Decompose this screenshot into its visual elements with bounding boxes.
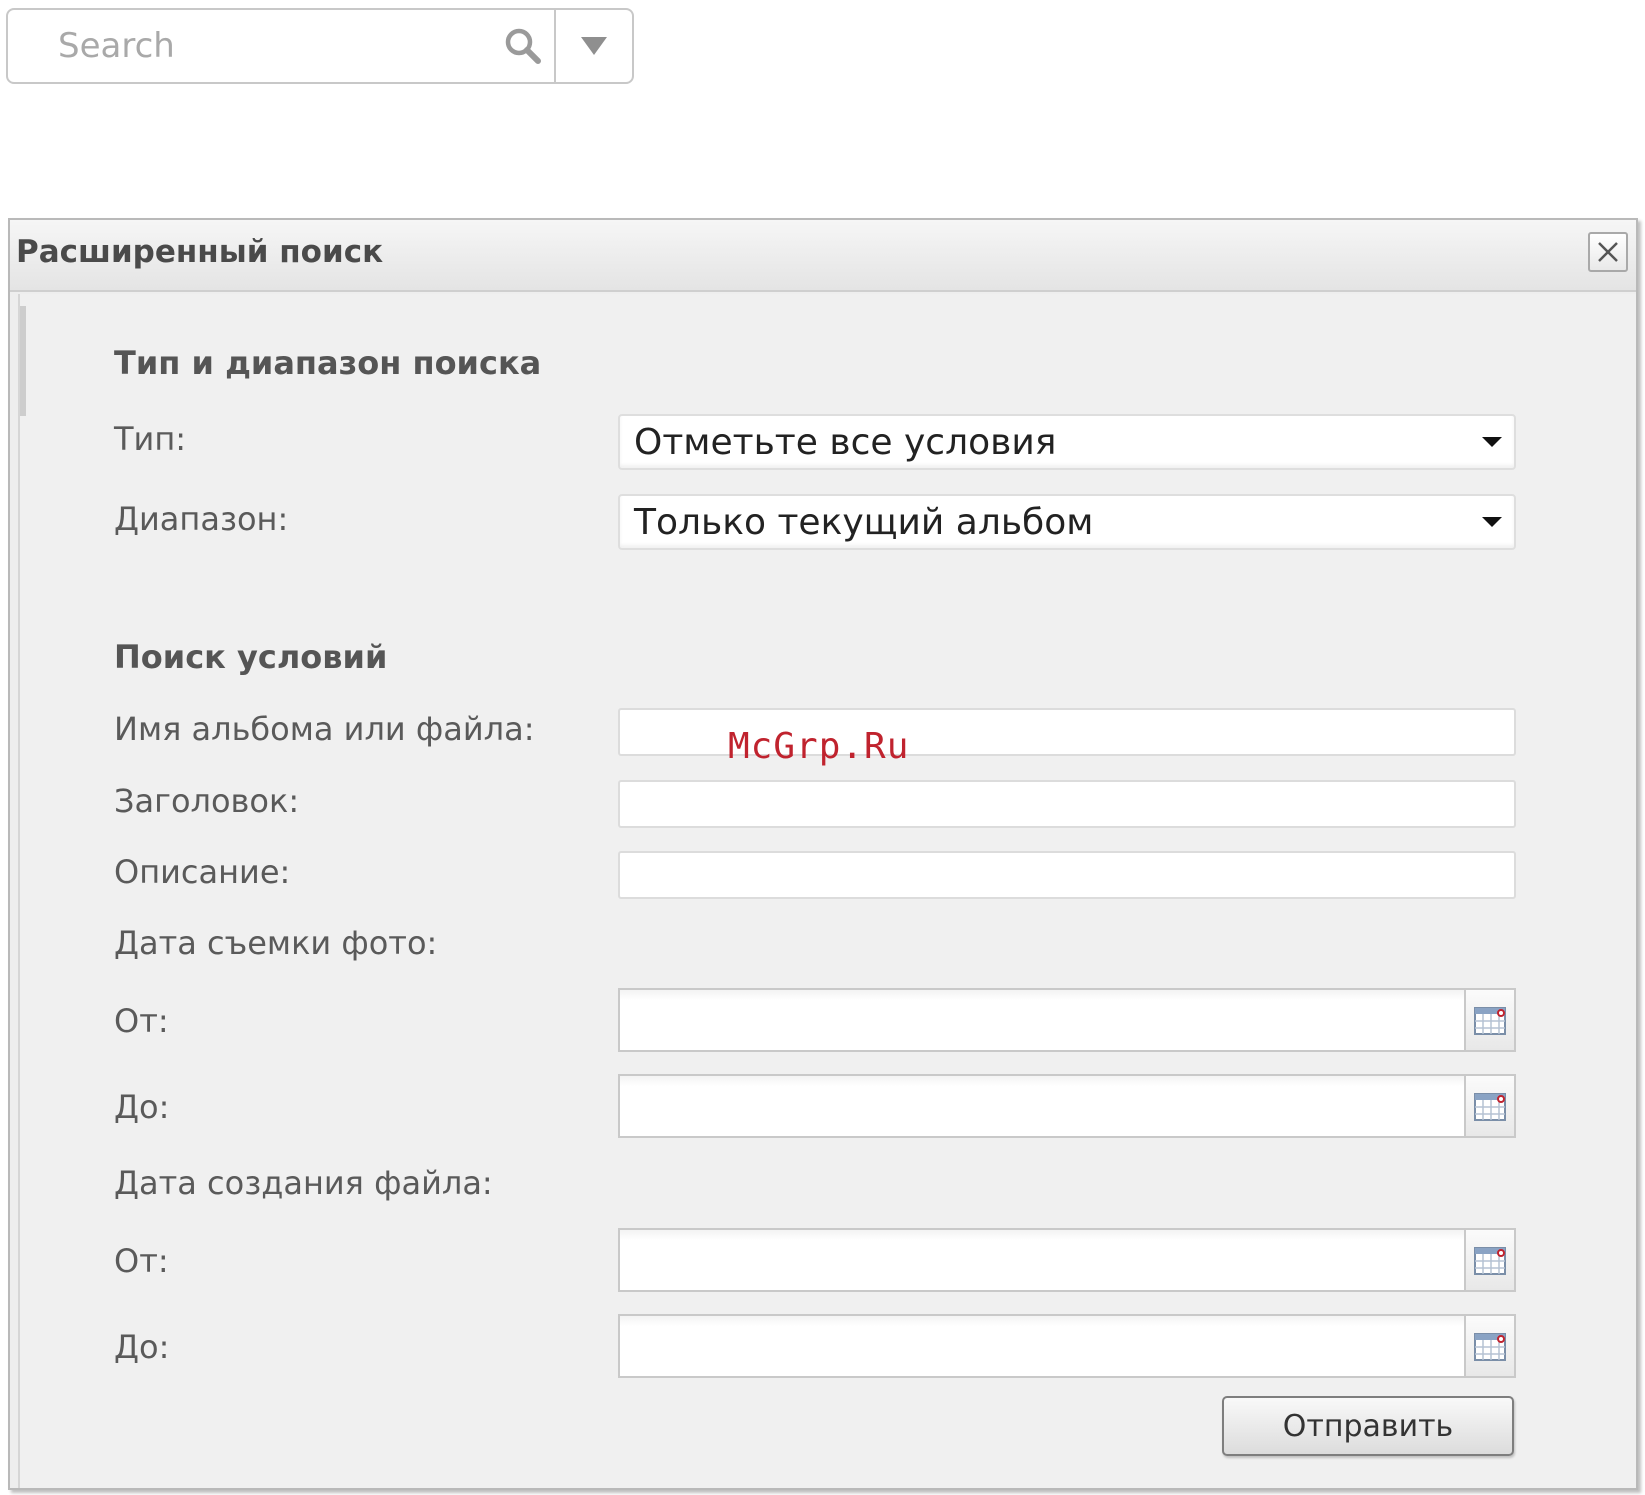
calendar-icon bbox=[1474, 1333, 1506, 1361]
file-to-input[interactable] bbox=[620, 1316, 1464, 1376]
close-icon bbox=[1598, 242, 1618, 262]
search-icon bbox=[505, 28, 541, 64]
photo-to-input[interactable] bbox=[620, 1076, 1464, 1136]
file-to-calendar-button[interactable] bbox=[1464, 1316, 1514, 1376]
file-from-calendar-button[interactable] bbox=[1464, 1230, 1514, 1290]
triangle-down-icon bbox=[581, 37, 607, 55]
dialog-title: Расширенный поиск bbox=[16, 234, 384, 270]
file-from-date bbox=[618, 1228, 1516, 1292]
photo-from-label: От: bbox=[114, 1002, 169, 1040]
calendar-icon bbox=[1474, 1093, 1506, 1121]
heading-input[interactable] bbox=[618, 780, 1516, 828]
submit-button[interactable]: Отправить bbox=[1222, 1396, 1514, 1456]
photo-to-date bbox=[618, 1074, 1516, 1138]
search-input[interactable] bbox=[8, 10, 492, 82]
calendar-icon bbox=[1474, 1007, 1506, 1035]
name-label: Имя альбома или файла: bbox=[114, 710, 535, 748]
file-date-label: Дата создания файла: bbox=[114, 1164, 493, 1202]
section-title-conditions: Поиск условий bbox=[114, 638, 388, 676]
file-to-date bbox=[618, 1314, 1516, 1378]
chevron-down-icon bbox=[1470, 416, 1514, 468]
section-title-type-range: Тип и диапазон поиска bbox=[114, 344, 542, 382]
photo-to-label: До: bbox=[114, 1088, 170, 1126]
scrollbar-thumb[interactable] bbox=[20, 306, 26, 416]
search-button[interactable] bbox=[492, 10, 554, 82]
type-select-value: Отметьте все условия bbox=[634, 421, 1057, 463]
chevron-down-icon bbox=[1470, 496, 1514, 548]
description-input[interactable] bbox=[618, 851, 1516, 899]
photo-from-input[interactable] bbox=[620, 990, 1464, 1050]
photo-from-date bbox=[618, 988, 1516, 1052]
calendar-icon bbox=[1474, 1247, 1506, 1275]
range-select[interactable]: Только текущий альбом bbox=[618, 494, 1516, 550]
range-select-value: Только текущий альбом bbox=[634, 501, 1094, 543]
photo-from-calendar-button[interactable] bbox=[1464, 990, 1514, 1050]
type-label: Тип: bbox=[114, 420, 187, 458]
description-label: Описание: bbox=[114, 853, 291, 891]
search-options-button[interactable] bbox=[556, 10, 632, 82]
close-button[interactable] bbox=[1588, 232, 1628, 272]
search-bar bbox=[6, 8, 634, 84]
file-from-input[interactable] bbox=[620, 1230, 1464, 1290]
watermark: McGrp.Ru bbox=[728, 726, 910, 767]
photo-date-label: Дата съемки фото: bbox=[114, 924, 438, 962]
range-label: Диапазон: bbox=[114, 500, 289, 538]
photo-to-calendar-button[interactable] bbox=[1464, 1076, 1514, 1136]
file-from-label: От: bbox=[114, 1242, 169, 1280]
type-select[interactable]: Отметьте все условия bbox=[618, 414, 1516, 470]
file-to-label: До: bbox=[114, 1328, 170, 1366]
dialog-header: Расширенный поиск bbox=[10, 220, 1636, 292]
heading-label: Заголовок: bbox=[114, 782, 300, 820]
